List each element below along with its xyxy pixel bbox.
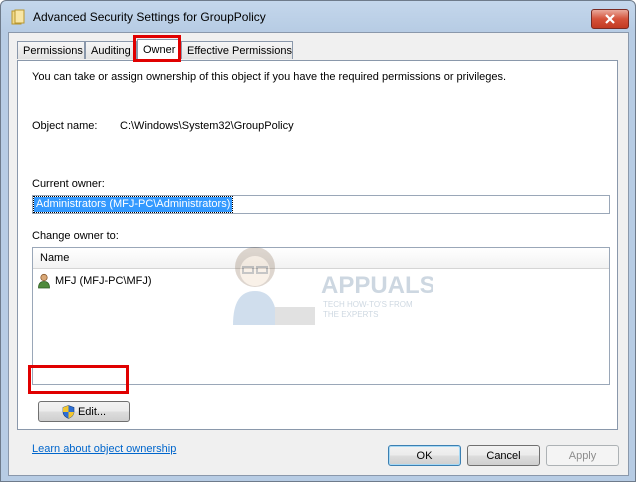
window-title: Advanced Security Settings for GroupPoli… — [33, 10, 266, 24]
dialog-client-area: Permissions Auditing Owner Effective Per… — [8, 32, 629, 476]
current-owner-value[interactable]: Administrators (MFJ-PC\Administrators) — [32, 196, 234, 213]
title-bar[interactable]: Advanced Security Settings for GroupPoli… — [1, 1, 635, 33]
apply-button[interactable]: Apply — [546, 445, 619, 466]
watermark-brand: APPUALS — [321, 272, 433, 299]
list-item-label: MFJ (MFJ-PC\MFJ) — [55, 275, 152, 287]
close-button[interactable] — [591, 9, 629, 29]
user-icon — [38, 273, 50, 289]
folder-icon — [11, 9, 25, 25]
current-owner-label: Current owner: — [32, 178, 105, 190]
change-owner-label: Change owner to: — [32, 230, 119, 242]
cancel-button[interactable]: Cancel — [467, 445, 540, 466]
edit-button-label: Edit... — [77, 405, 107, 418]
close-icon — [605, 14, 615, 24]
current-owner-field[interactable]: Administrators (MFJ-PC\Administrators) — [32, 195, 610, 214]
intro-text: You can take or assign ownership of this… — [32, 71, 507, 83]
appuals-watermark: APPUALS TECH HOW-TO'S FROM THE EXPERTS — [233, 247, 433, 325]
tab-auditing[interactable]: Auditing — [85, 41, 137, 59]
owner-tab-panel: You can take or assign ownership of this… — [17, 60, 618, 455]
watermark-tagline-1: TECH HOW-TO'S FROM — [323, 300, 413, 309]
tab-permissions[interactable]: Permissions — [17, 41, 85, 59]
object-name-label: Object name: — [32, 120, 98, 132]
tab-owner[interactable]: Owner — [137, 39, 181, 62]
shield-icon — [62, 404, 75, 419]
list-header-name: Name — [40, 252, 70, 264]
watermark-tagline-2: THE EXPERTS — [323, 310, 378, 319]
tab-effective-permissions[interactable]: Effective Permissions — [181, 41, 293, 59]
edit-button[interactable]: Edit... — [38, 401, 130, 422]
learn-ownership-link[interactable]: Learn about object ownership — [32, 443, 176, 455]
list-item[interactable]: MFJ (MFJ-PC\MFJ) — [37, 272, 152, 290]
ok-button[interactable]: OK — [388, 445, 461, 466]
advanced-security-settings-window: Advanced Security Settings for GroupPoli… — [0, 0, 636, 482]
object-name-value: C:\Windows\System32\GroupPolicy — [120, 120, 294, 132]
